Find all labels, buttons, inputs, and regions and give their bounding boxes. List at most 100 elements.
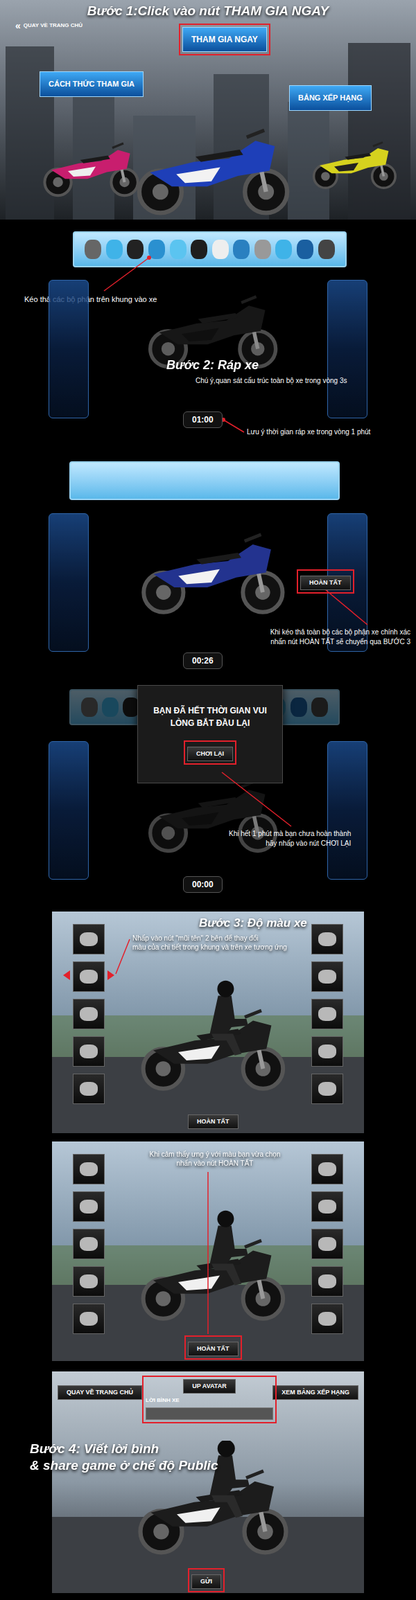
timer: 00:26 — [183, 653, 223, 670]
part-frame — [72, 924, 105, 956]
finish-highlight: HOÀN TẤT — [184, 1336, 242, 1362]
part-frame — [311, 1074, 344, 1106]
bike-part[interactable] — [290, 698, 308, 718]
part-frame — [311, 1229, 344, 1261]
part-frame — [311, 1155, 344, 1186]
bike-image — [128, 510, 295, 618]
bike-part[interactable] — [212, 239, 229, 260]
bike-part[interactable] — [106, 239, 123, 260]
bike-part[interactable] — [169, 239, 187, 260]
timeout-panel: BẠN ĐÃ HẾT THỜI GIAN VUILÒNG BẮT ĐẦU LẠI… — [0, 682, 416, 900]
timer-note: Lưu ý thời gian ráp xe trong vòng 1 phút — [246, 427, 371, 438]
arrow-note: Nhấp vào nút "mũi tên" 2 bên để thay đổi… — [132, 934, 288, 953]
back-icon: « — [15, 20, 21, 31]
ranking-highlight: BẢNG XẾP HẠNG — [285, 81, 376, 115]
finish-button[interactable]: HOÀN TẤT — [187, 1115, 239, 1131]
part-frame — [311, 1192, 344, 1224]
finish-highlight: HOÀN TẤT — [296, 569, 355, 595]
back-button[interactable]: QUAY VỀ TRANG CHỦ — [23, 21, 83, 30]
how-to-highlight: CÁCH THỨC THAM GIA — [36, 67, 147, 101]
part-frame — [311, 1267, 344, 1298]
join-highlight: THAM GIA NGAY — [178, 23, 271, 56]
step2-panel: Kéo thả các bộ phận trên khung vào xe Bướ… — [0, 224, 416, 440]
bike-with-rider — [128, 1208, 295, 1334]
glass-cylinder — [48, 741, 89, 881]
part-frame — [72, 1304, 105, 1336]
step2-note: Chú ý,quan sát cấu trúc toàn bộ xe trong… — [195, 375, 347, 387]
bike-part[interactable] — [81, 698, 98, 718]
part-frame — [72, 1267, 105, 1298]
part-frame — [72, 1074, 105, 1106]
bike-part[interactable] — [190, 239, 208, 260]
part-frame — [72, 1192, 105, 1224]
avatar-button[interactable]: UP AVATAR — [183, 1380, 236, 1395]
bike-part[interactable] — [232, 239, 250, 260]
bike-part[interactable] — [318, 239, 335, 260]
tutorial-page: «QUAY VỀ TRANG CHỦBước 1:Click vào nút T… — [0, 0, 416, 1600]
part-column — [72, 1155, 105, 1336]
bike-part[interactable] — [296, 239, 314, 260]
color-scene: Khi cảm thấy ưng ý với màu bạn vừa chọnn… — [52, 1142, 364, 1363]
part-frame — [72, 1229, 105, 1261]
back-button[interactable]: QUAY VỀ TRANG CHỦ — [57, 1386, 143, 1402]
bike-part[interactable] — [101, 698, 119, 718]
step1-panel: «QUAY VỀ TRANG CHỦBước 1:Click vào nút T… — [0, 0, 416, 220]
bike-image — [305, 124, 403, 195]
ranking-button[interactable]: BẢNG XẾP HẠNG — [289, 85, 372, 111]
parts-tray — [72, 231, 347, 268]
timeout-dialog: BẠN ĐÃ HẾT THỜI GIAN VUILÒNG BẮT ĐẦU LẠI… — [137, 685, 283, 785]
send-button[interactable]: GỬI — [191, 1575, 222, 1591]
replay-highlight: CHƠI LẠI — [183, 741, 237, 766]
part-frame — [311, 1037, 344, 1068]
avatar-highlight: UP AVATARLỜI BÌNH XE — [142, 1376, 277, 1425]
part-frame — [311, 999, 344, 1031]
bike-part[interactable] — [275, 239, 292, 260]
step2-done-panel: HOÀN TẤTKhi kéo thả toàn bộ các bộ phận … — [0, 454, 416, 675]
bike-part[interactable] — [148, 239, 166, 260]
bike-part[interactable] — [311, 698, 328, 718]
pointer-line-icon — [0, 682, 416, 900]
part-column — [72, 924, 105, 1106]
step4-panel: QUAY VỀ TRANG CHỦXEM BẢNG XẾP HẠNGUP AVA… — [52, 1372, 364, 1595]
replay-button[interactable]: CHƠI LẠI — [187, 747, 233, 762]
ranking-button[interactable]: XEM BẢNG XẾP HẠNG — [272, 1386, 359, 1402]
step1-title: Bước 1:Click vào nút THAM GIA NGAY — [0, 1, 416, 22]
bike-part[interactable] — [126, 239, 144, 260]
arrow-left-icon[interactable] — [63, 971, 71, 982]
replay-note: Khi hết 1 phút mà bạn chưa hoàn thànhhãy… — [228, 829, 351, 850]
part-frame — [311, 962, 344, 993]
step2-title: Bước 2: Ráp xe — [166, 356, 259, 376]
glass-cylinder — [48, 513, 89, 653]
glass-cylinder — [327, 280, 368, 419]
bike-image — [121, 104, 302, 219]
step3-done-panel: Khi cảm thấy ưng ý với màu bạn vừa chọnn… — [52, 1142, 364, 1363]
step3-panel: Bước 3: Độ màu xeNhấp vào nút "mũi tên" … — [52, 912, 364, 1135]
comment-label: LỜI BÌNH XE — [145, 1397, 180, 1407]
send-highlight: GỬI — [187, 1569, 225, 1594]
part-frame — [311, 1304, 344, 1336]
bike-silhouette — [131, 274, 292, 372]
glass-cylinder — [48, 280, 89, 419]
how-to-button[interactable]: CÁCH THỨC THAM GIA — [39, 71, 144, 98]
step4-title: Bước 4: Viết lời bình& share game ở chế … — [29, 1442, 218, 1476]
bike-part[interactable] — [254, 239, 272, 260]
bike-part[interactable] — [84, 239, 102, 260]
join-button[interactable]: THAM GIA NGAY — [182, 27, 267, 52]
timer: 01:00 — [183, 411, 223, 429]
bike-image — [34, 124, 146, 202]
parts-tray — [69, 461, 340, 501]
bike-with-rider — [128, 978, 295, 1104]
glass-cylinder — [327, 741, 368, 881]
finish-highlight: HOÀN TẤT — [184, 1109, 242, 1134]
finish-button[interactable]: HOÀN TẤT — [300, 576, 351, 591]
comment-input[interactable] — [145, 1408, 274, 1422]
part-frame — [72, 1037, 105, 1068]
part-column — [311, 1155, 344, 1336]
part-frame — [72, 1155, 105, 1186]
arrow-right-icon[interactable] — [107, 971, 115, 982]
part-frame — [311, 924, 344, 956]
part-frame — [72, 999, 105, 1031]
part-frame — [72, 962, 105, 993]
finish-button[interactable]: HOÀN TẤT — [187, 1342, 239, 1358]
parts-hint: Kéo thả các bộ phận trên khung vào xe — [24, 293, 157, 306]
